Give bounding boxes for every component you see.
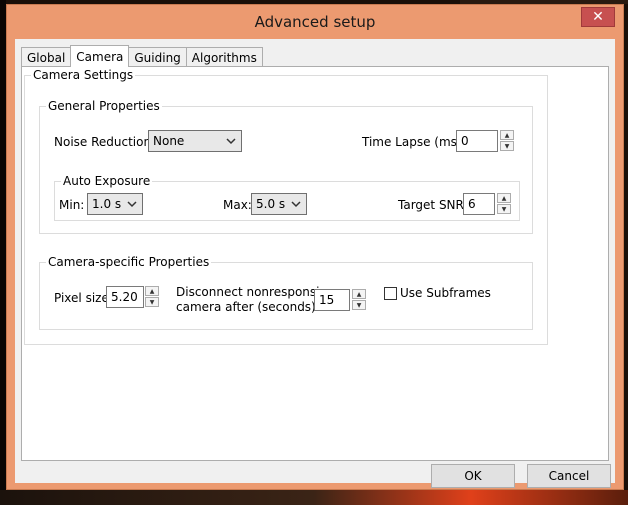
- time-lapse-label: Time Lapse (ms):: [362, 135, 466, 149]
- dialog-client-area: Global Camera Guiding Algorithms Camera …: [15, 39, 615, 488]
- target-snr-label: Target SNR:: [398, 198, 468, 212]
- noise-reduction-label: Noise Reduction:: [54, 135, 156, 149]
- disconnect-label-line2: camera after (seconds):: [176, 300, 320, 314]
- general-properties-label: General Properties: [46, 99, 162, 113]
- spin-up-icon[interactable]: ▲: [497, 193, 511, 203]
- time-lapse-stepper[interactable]: ▲ ▼: [500, 130, 514, 152]
- general-properties-group: General Properties Noise Reduction: None…: [39, 99, 533, 234]
- cancel-button[interactable]: Cancel: [527, 464, 611, 488]
- disconnect-timeout-value: 15: [319, 293, 335, 307]
- spin-down-icon[interactable]: ▼: [497, 204, 511, 214]
- camera-specific-label: Camera-specific Properties: [46, 255, 212, 269]
- target-snr-value: 6: [468, 197, 476, 211]
- disconnect-timeout-input[interactable]: 15: [314, 289, 350, 311]
- pixel-size-stepper[interactable]: ▲ ▼: [145, 286, 159, 308]
- advanced-setup-window: Advanced setup ✕ Global Camera Guiding A…: [6, 4, 624, 490]
- spin-down-icon[interactable]: ▼: [352, 300, 366, 310]
- use-subframes-checkbox[interactable]: [384, 287, 397, 300]
- pixel-size-input[interactable]: 5.20: [106, 286, 144, 308]
- disconnect-timeout-stepper[interactable]: ▲ ▼: [352, 289, 366, 311]
- title-bar[interactable]: Advanced setup ✕: [7, 5, 623, 39]
- tab-global[interactable]: Global: [21, 47, 72, 67]
- camera-specific-group: Camera-specific Properties Pixel size: 5…: [39, 255, 533, 330]
- camera-tab-page: Camera Settings General Properties Noise…: [21, 66, 609, 461]
- noise-reduction-value: None: [153, 134, 185, 148]
- pixel-size-label: Pixel size:: [54, 291, 113, 305]
- min-exposure-select[interactable]: 1.0 s: [87, 193, 143, 215]
- chevron-down-icon: [226, 138, 236, 145]
- chevron-down-icon: [127, 201, 137, 208]
- ok-button[interactable]: OK: [431, 464, 515, 488]
- max-exposure-value: 5.0 s: [256, 197, 286, 211]
- tab-guiding[interactable]: Guiding: [128, 47, 187, 67]
- tab-camera[interactable]: Camera: [70, 45, 130, 67]
- max-exposure-label: Max:: [223, 198, 252, 212]
- camera-settings-label: Camera Settings: [31, 68, 136, 82]
- max-exposure-select[interactable]: 5.0 s: [251, 193, 307, 215]
- pixel-size-value: 5.20: [111, 290, 138, 304]
- time-lapse-input[interactable]: 0: [456, 130, 498, 152]
- target-snr-input[interactable]: 6: [463, 193, 495, 215]
- spin-up-icon[interactable]: ▲: [500, 130, 514, 140]
- min-exposure-label: Min:: [59, 198, 85, 212]
- close-icon: ✕: [592, 9, 604, 25]
- spin-down-icon[interactable]: ▼: [145, 297, 159, 307]
- spin-up-icon[interactable]: ▲: [352, 289, 366, 299]
- spin-down-icon[interactable]: ▼: [500, 141, 514, 151]
- tab-strip: Global Camera Guiding Algorithms: [21, 45, 263, 67]
- target-snr-stepper[interactable]: ▲ ▼: [497, 193, 511, 215]
- window-title: Advanced setup: [254, 13, 376, 31]
- disconnect-label-line1: Disconnect nonresponsive: [176, 285, 334, 299]
- close-button[interactable]: ✕: [581, 7, 615, 27]
- time-lapse-value: 0: [461, 134, 469, 148]
- auto-exposure-group: Auto Exposure Min: 1.0 s Max: 5.0 s Targ…: [54, 174, 520, 221]
- desktop-background-bottom: [0, 490, 628, 505]
- tab-algorithms[interactable]: Algorithms: [185, 47, 263, 67]
- noise-reduction-select[interactable]: None: [148, 130, 242, 152]
- min-exposure-value: 1.0 s: [92, 197, 122, 211]
- chevron-down-icon: [291, 201, 301, 208]
- spin-up-icon[interactable]: ▲: [145, 286, 159, 296]
- use-subframes-label[interactable]: Use Subframes: [400, 286, 491, 300]
- camera-settings-group: Camera Settings General Properties Noise…: [24, 68, 548, 345]
- auto-exposure-label: Auto Exposure: [61, 174, 153, 188]
